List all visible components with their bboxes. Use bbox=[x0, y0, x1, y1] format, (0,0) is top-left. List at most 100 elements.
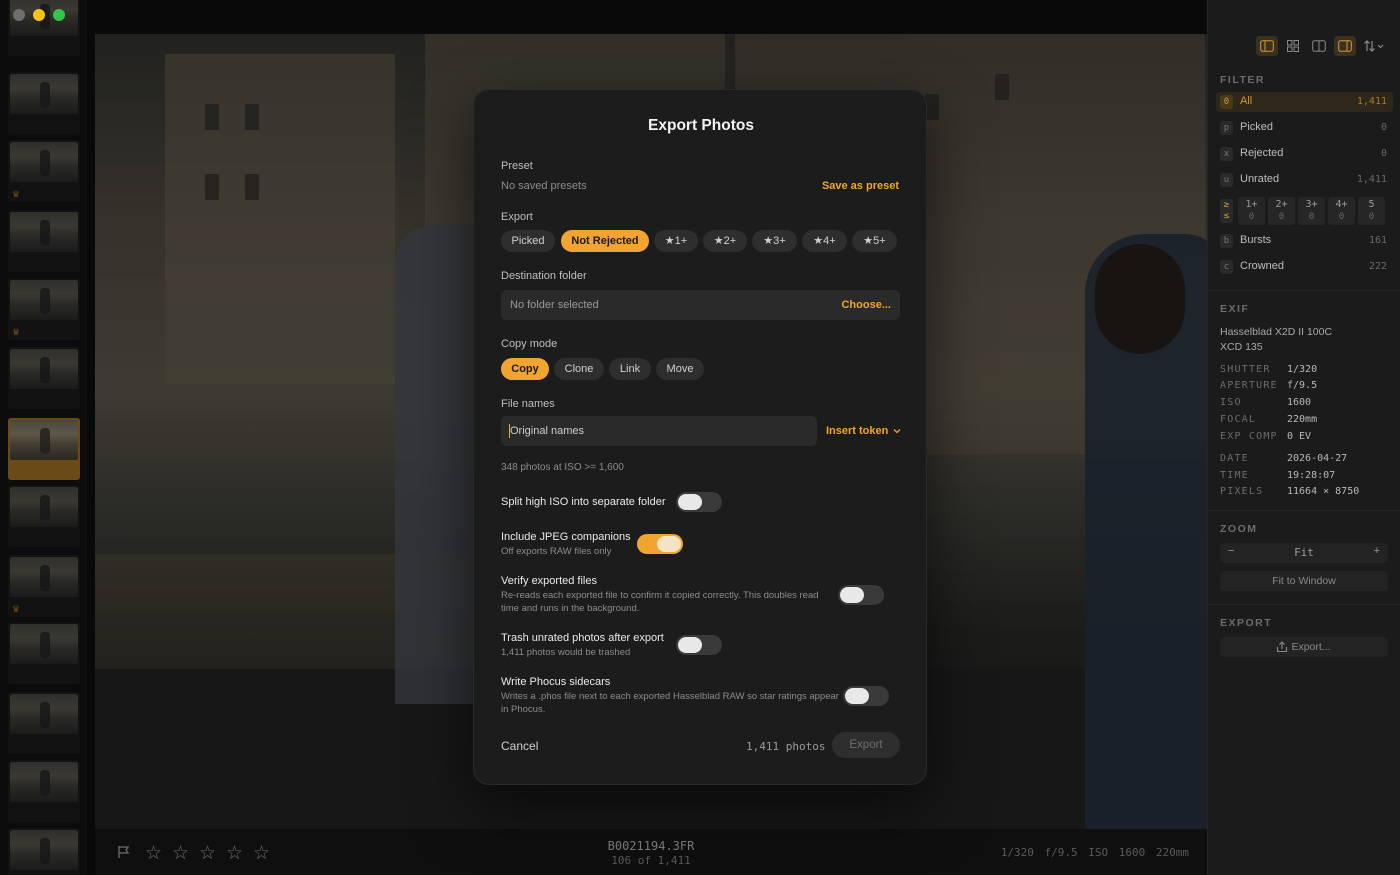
exif-key: TIME bbox=[1220, 470, 1249, 481]
option-trash-desc: 1,411 photos would be trashed bbox=[501, 647, 631, 658]
filter-label: Picked bbox=[1240, 121, 1274, 133]
trash-unrated-toggle[interactable] bbox=[676, 635, 722, 655]
filter-count: 0 bbox=[1380, 148, 1387, 159]
sidebar-export-button[interactable]: Export... bbox=[1220, 637, 1388, 657]
jpeg-companions-toggle[interactable] bbox=[637, 534, 683, 554]
option-phocus-desc: Writes a .phos file next to each exporte… bbox=[501, 691, 839, 715]
exif-key: FOCAL bbox=[1220, 414, 1257, 425]
exif-value: 19:28:07 bbox=[1287, 470, 1336, 481]
phocus-sidecars-toggle[interactable] bbox=[843, 686, 889, 706]
split-iso-toggle[interactable] bbox=[676, 492, 722, 512]
export-option-not-rejected[interactable]: Not Rejected bbox=[561, 230, 649, 252]
option-phocus-label: Write Phocus sidecars bbox=[501, 676, 611, 688]
filter-count: 1,411 bbox=[1356, 96, 1387, 107]
zoom-in-button[interactable]: + bbox=[1374, 545, 1380, 557]
copy-mode-link[interactable]: Link bbox=[609, 358, 651, 380]
exif-value: 2026-04-27 bbox=[1287, 453, 1348, 464]
copy-mode-label: Copy mode bbox=[501, 338, 558, 350]
exif-value: f/9.5 bbox=[1287, 380, 1318, 391]
shortcut-key: u bbox=[1220, 173, 1233, 187]
star-filter-count: 0 bbox=[1248, 212, 1255, 222]
exif-key: ISO bbox=[1220, 397, 1242, 408]
verify-files-toggle[interactable] bbox=[838, 585, 884, 605]
fit-to-window-button[interactable]: Fit to Window bbox=[1220, 571, 1388, 591]
save-as-preset-link[interactable]: Save as preset bbox=[822, 180, 899, 192]
star-filter-count: 0 bbox=[1308, 212, 1315, 222]
cancel-button[interactable]: Cancel bbox=[501, 739, 538, 753]
minimize-window-button[interactable] bbox=[33, 9, 45, 21]
zoom-value: Fit bbox=[1294, 546, 1314, 559]
toggle-knob bbox=[840, 587, 864, 603]
file-names-input[interactable]: Original names bbox=[501, 416, 817, 446]
copy-mode-copy[interactable]: Copy bbox=[501, 358, 549, 380]
star-filter-label: 5 bbox=[1368, 199, 1375, 210]
filter-crowned[interactable]: c Crowned 222 bbox=[1216, 257, 1393, 277]
export-button[interactable]: Export bbox=[832, 732, 900, 758]
exif-key: APERTURE bbox=[1220, 380, 1278, 391]
divider bbox=[1208, 510, 1400, 511]
filter-rejected[interactable]: x Rejected 0 bbox=[1216, 144, 1393, 164]
zoom-out-button[interactable]: − bbox=[1228, 545, 1234, 557]
export-section-title: EXPORT bbox=[1220, 617, 1273, 629]
star-filter-4plus[interactable]: 4+ 0 bbox=[1328, 197, 1355, 225]
grid-icon[interactable] bbox=[1282, 36, 1304, 56]
filter-label: Unrated bbox=[1240, 173, 1280, 185]
camera-model: Hasselblad X2D II 100C bbox=[1220, 326, 1333, 338]
star-range-toggle[interactable]: ≥ ≤ bbox=[1220, 199, 1233, 223]
filter-label: All bbox=[1240, 95, 1253, 107]
zoom-window-button[interactable] bbox=[53, 9, 65, 21]
toggle-knob bbox=[678, 637, 702, 653]
shortcut-key: p bbox=[1220, 121, 1233, 135]
export-option-picked[interactable]: Picked bbox=[501, 230, 555, 252]
sort-icon[interactable] bbox=[1360, 36, 1390, 56]
export-icon bbox=[1276, 641, 1288, 653]
copy-mode-clone[interactable]: Clone bbox=[554, 358, 604, 380]
star-filter-2plus[interactable]: 2+ 0 bbox=[1268, 197, 1295, 225]
filter-picked[interactable]: p Picked 0 bbox=[1216, 118, 1393, 138]
sidebar-left-icon[interactable] bbox=[1256, 36, 1278, 56]
preset-value: No saved presets bbox=[501, 180, 587, 192]
export-option-3star[interactable]: ★3+ bbox=[752, 230, 797, 252]
filter-section-title: FILTER bbox=[1220, 74, 1265, 86]
filter-label: Rejected bbox=[1240, 147, 1284, 159]
exif-key: DATE bbox=[1220, 453, 1249, 464]
star-filter-5[interactable]: 50 bbox=[1358, 197, 1385, 225]
lens-model: XCD 135 bbox=[1220, 341, 1263, 353]
file-names-value: Original names bbox=[510, 425, 584, 437]
filter-unrated[interactable]: u Unrated 1,411 bbox=[1216, 170, 1393, 190]
shortcut-key: b bbox=[1220, 234, 1233, 248]
exif-key: PIXELS bbox=[1220, 486, 1264, 497]
filter-count: 1,411 bbox=[1356, 174, 1387, 185]
zoom-control: Fit − + bbox=[1220, 543, 1388, 563]
insert-token-dropdown[interactable]: Insert token bbox=[826, 425, 901, 437]
filter-bursts[interactable]: b Bursts 161 bbox=[1216, 231, 1393, 251]
copy-mode-move[interactable]: Move bbox=[656, 358, 704, 380]
exif-value: 1600 bbox=[1287, 397, 1312, 408]
filter-count: 0 bbox=[1380, 122, 1387, 133]
export-option-2star[interactable]: ★2+ bbox=[703, 230, 747, 252]
iso-note: 348 photos at ISO >= 1,600 bbox=[501, 462, 624, 473]
star-filter-3plus[interactable]: 3+ 0 bbox=[1298, 197, 1325, 225]
star-filter-count: 0 bbox=[1338, 212, 1345, 222]
close-window-button[interactable] bbox=[13, 9, 25, 21]
star-filter-count: 0 bbox=[1368, 212, 1375, 222]
export-option-1star[interactable]: ★1+ bbox=[654, 230, 698, 252]
shortcut-key: 0 bbox=[1220, 95, 1233, 109]
sidebar-right-icon[interactable] bbox=[1334, 36, 1356, 56]
choose-folder-button[interactable]: Choose... bbox=[841, 299, 891, 311]
option-jpeg-label: Include JPEG companions bbox=[501, 531, 631, 543]
right-sidebar: FILTER 0 All 1,411 p Picked 0 x Rejected… bbox=[1207, 0, 1400, 875]
exif-key: EXP COMP bbox=[1220, 431, 1278, 442]
toggle-knob bbox=[678, 494, 702, 510]
exif-value: 0 EV bbox=[1287, 431, 1312, 442]
compare-icon[interactable] bbox=[1308, 36, 1330, 56]
export-option-5star[interactable]: ★5+ bbox=[852, 230, 897, 252]
exif-value: 11664 × 8750 bbox=[1287, 486, 1360, 497]
filter-count: 222 bbox=[1368, 261, 1387, 272]
export-option-4star[interactable]: ★4+ bbox=[802, 230, 847, 252]
filter-all[interactable]: 0 All 1,411 bbox=[1216, 92, 1393, 112]
app-window: ♛ ♛ ♛ ☆ ☆ ☆ ☆ ☆ B0021194.3FR 106 of 1,41… bbox=[0, 0, 1400, 875]
star-filter-1plus[interactable]: 1+ 0 bbox=[1238, 197, 1265, 225]
destination-field[interactable]: No folder selected Choose... bbox=[501, 290, 900, 320]
star-filter-label: 3+ bbox=[1305, 199, 1318, 210]
